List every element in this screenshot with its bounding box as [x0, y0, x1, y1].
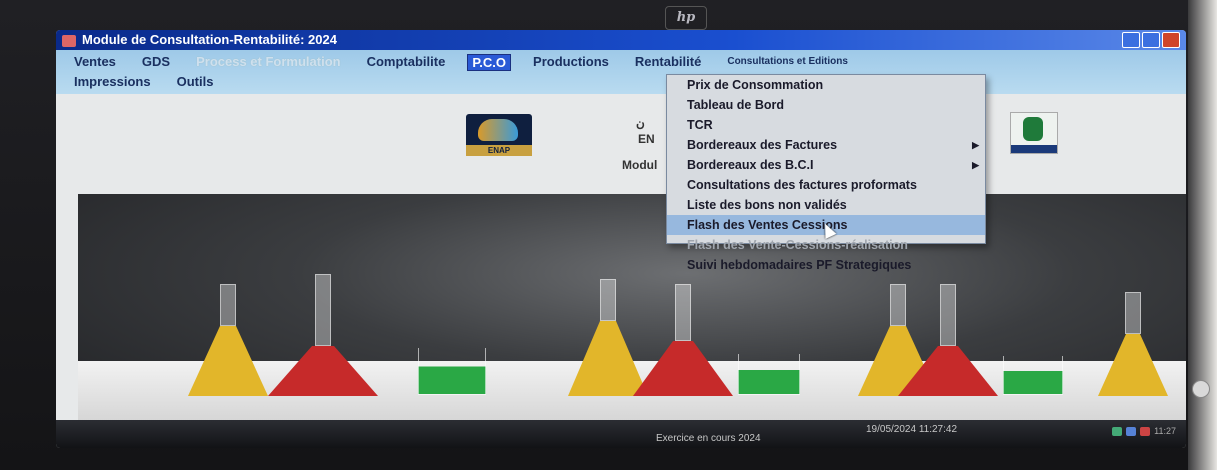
- flask-neck: [890, 284, 906, 326]
- menu-item-label: Tableau de Bord: [687, 98, 785, 112]
- menu-item-bordereaux-bci[interactable]: Bordereaux des B.C.I ▶: [667, 155, 985, 175]
- menu-item-tableau-de-bord[interactable]: Tableau de Bord: [667, 95, 985, 115]
- header-text-arabic: ن: [636, 116, 645, 130]
- menu-item-tcr[interactable]: TCR: [667, 115, 985, 135]
- enap-logo-text: ENAP: [466, 145, 532, 156]
- flask-body: [898, 346, 998, 396]
- menu-item-label: Consultations des factures proformats: [687, 178, 917, 192]
- menu-process-formulation[interactable]: Process et Formulation: [192, 54, 344, 71]
- menu-item-label: TCR: [687, 118, 713, 132]
- tray-volume-icon[interactable]: [1126, 426, 1137, 436]
- menu-bar: Ventes GDS Process et Formulation Compta…: [56, 50, 1186, 94]
- menu-row-2: Impressions Outils: [70, 74, 217, 89]
- red-flask: [268, 274, 378, 396]
- app-window: Module de Consultation-Rentabilité: 2024…: [56, 30, 1186, 448]
- flask-body: [1098, 334, 1168, 396]
- flask-neck: [600, 279, 616, 321]
- menu-productions[interactable]: Productions: [529, 54, 613, 71]
- menu-item-label: Flash des Vente-Cessions-réalisation: [687, 238, 908, 252]
- tray-network-icon[interactable]: [1112, 426, 1123, 436]
- menu-item-label: Prix de Consommation: [687, 78, 824, 92]
- menu-impressions[interactable]: Impressions: [70, 74, 155, 89]
- status-datetime: 19/05/2024 11:27:42: [866, 424, 958, 435]
- green-beaker: [418, 348, 486, 395]
- window-title: Module de Consultation-Rentabilité: 2024: [82, 32, 337, 47]
- partner-logo-mark: [1023, 117, 1043, 141]
- minimize-icon[interactable]: [1122, 32, 1140, 48]
- title-bar: Module de Consultation-Rentabilité: 2024: [56, 30, 1186, 50]
- red-flask: [898, 284, 998, 396]
- power-button: [1192, 380, 1210, 398]
- menu-gds[interactable]: GDS: [138, 54, 174, 71]
- app-icon: [62, 34, 76, 47]
- menu-consultations-editions[interactable]: Consultations et Editions: [723, 54, 852, 71]
- status-bar: Exercice en cours 2024 19/05/2024 11:27:…: [56, 420, 1186, 448]
- enap-logo: ENAP: [466, 114, 532, 156]
- pco-dropdown-menu: Prix de Consommation Tableau de Bord TCR…: [666, 74, 986, 272]
- menu-item-label: Suivi hebdomadaires PF Strategiques: [687, 258, 912, 272]
- menu-item-suivi-hebdomadaires[interactable]: Suivi hebdomadaires PF Strategiques: [667, 255, 985, 275]
- flask-body: [188, 326, 268, 396]
- header-text-en: EN: [638, 132, 655, 146]
- system-tray: 11:27: [1112, 426, 1176, 436]
- partner-logo-bar: [1011, 145, 1057, 153]
- flask-body: [268, 346, 378, 396]
- lab-glassware-banner: [78, 194, 1186, 421]
- maximize-icon[interactable]: [1142, 32, 1160, 48]
- submenu-arrow-icon: ▶: [972, 160, 979, 170]
- yellow-flask: [1098, 292, 1168, 396]
- yellow-flask: [188, 284, 268, 396]
- close-icon[interactable]: [1162, 32, 1180, 48]
- menu-item-bons-non-valides[interactable]: Liste des bons non validés: [667, 195, 985, 215]
- green-beaker: [738, 354, 800, 395]
- menu-ventes[interactable]: Ventes: [70, 54, 120, 71]
- menu-row-1: Ventes GDS Process et Formulation Compta…: [70, 54, 852, 71]
- submenu-arrow-icon: ▶: [972, 140, 979, 150]
- hp-logo: hp: [665, 6, 707, 30]
- menu-rentabilite[interactable]: Rentabilité: [631, 54, 705, 71]
- enap-logo-mark: [478, 119, 518, 141]
- flask-neck: [315, 274, 331, 346]
- header-text-module: Modul: [622, 158, 658, 172]
- menu-item-prix-consommation[interactable]: Prix de Consommation: [667, 75, 985, 95]
- menu-item-bordereaux-factures[interactable]: Bordereaux des Factures ▶: [667, 135, 985, 155]
- flask-neck: [675, 284, 691, 341]
- menu-item-label: Bordereaux des B.C.I: [687, 158, 814, 172]
- window-controls: [1122, 32, 1180, 48]
- menu-pco[interactable]: P.C.O: [467, 54, 512, 71]
- flask-body: [633, 341, 733, 396]
- flask-neck: [1125, 292, 1141, 334]
- menu-outils[interactable]: Outils: [173, 74, 218, 89]
- partner-logo: [1010, 112, 1058, 154]
- menu-item-label: Bordereaux des Factures: [687, 138, 838, 152]
- flask-neck: [220, 284, 236, 326]
- green-beaker: [1003, 356, 1063, 395]
- status-exercise: Exercice en cours 2024: [656, 433, 761, 444]
- menu-item-label: Liste des bons non validés: [687, 198, 847, 212]
- tray-clock: 11:27: [1154, 426, 1176, 436]
- tray-alert-icon[interactable]: [1140, 426, 1151, 436]
- main-content: ENAP ن EN Modul: [56, 94, 1186, 421]
- flask-neck: [940, 284, 956, 346]
- menu-item-consultations-proformats[interactable]: Consultations des factures proformats: [667, 175, 985, 195]
- menu-comptabilite[interactable]: Comptabilite: [363, 54, 450, 71]
- background-wall: [1188, 0, 1217, 470]
- red-flask: [633, 284, 733, 396]
